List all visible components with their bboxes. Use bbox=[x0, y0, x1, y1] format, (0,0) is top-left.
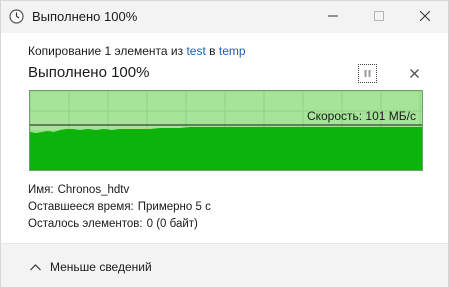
copy-prefix: Копирование 1 элемента из bbox=[28, 44, 187, 58]
destination-folder-link[interactable]: temp bbox=[219, 44, 246, 58]
detail-name-label: Имя: bbox=[28, 184, 54, 196]
chevron-up-icon bbox=[30, 260, 41, 274]
detail-items-value: 0 (0 байт) bbox=[146, 218, 198, 230]
window-title: Выполнено 100% bbox=[32, 9, 138, 24]
progress-title: Выполнено 100% bbox=[28, 64, 150, 81]
detail-time-value: Примерно 5 с bbox=[137, 201, 211, 213]
minimize-button[interactable] bbox=[310, 1, 356, 33]
close-button[interactable] bbox=[402, 1, 448, 33]
minimize-icon bbox=[328, 10, 338, 24]
copy-description: Копирование 1 элемента из test в temp bbox=[28, 44, 246, 58]
fewer-details-button[interactable]: Меньше сведений bbox=[30, 258, 152, 276]
copy-progress-dialog: Выполнено 100% Копирование 1 элемента из… bbox=[0, 0, 449, 287]
source-folder-link[interactable]: test bbox=[186, 44, 205, 58]
detail-name-value: Chronos_hdtv bbox=[57, 184, 130, 196]
close-icon bbox=[419, 10, 431, 24]
speed-label: Скорость: 101 МБ/с bbox=[306, 109, 416, 123]
dialog-footer: Меньше сведений bbox=[1, 243, 448, 287]
speed-graph-area bbox=[30, 127, 422, 170]
title-bar: Выполнено 100% bbox=[1, 1, 448, 33]
maximize-button[interactable] bbox=[356, 1, 402, 33]
details-panel: Имя: Chronos_hdtv Оставшееся время: Пример… bbox=[28, 182, 211, 233]
detail-name-row: Имя: Chronos_hdtv bbox=[28, 182, 211, 199]
pause-icon bbox=[363, 67, 372, 81]
detail-items-row: Осталось элементов: 0 (0 байт) bbox=[28, 216, 211, 233]
speed-graph-canvas bbox=[30, 91, 422, 170]
pause-button[interactable] bbox=[358, 64, 377, 83]
detail-time-row: Оставшееся время: Примерно 5 с bbox=[28, 199, 211, 216]
transfer-speed-graph: Скорость: 101 МБ/с bbox=[29, 90, 423, 171]
maximize-icon bbox=[374, 10, 384, 24]
clock-icon bbox=[9, 9, 24, 24]
fewer-details-label: Меньше сведений bbox=[50, 260, 152, 274]
detail-time-label: Оставшееся время: bbox=[28, 201, 134, 213]
copy-middle: в bbox=[205, 44, 219, 58]
detail-items-label: Осталось элементов: bbox=[28, 218, 143, 230]
cancel-button[interactable] bbox=[405, 65, 423, 83]
cancel-icon bbox=[409, 67, 419, 81]
